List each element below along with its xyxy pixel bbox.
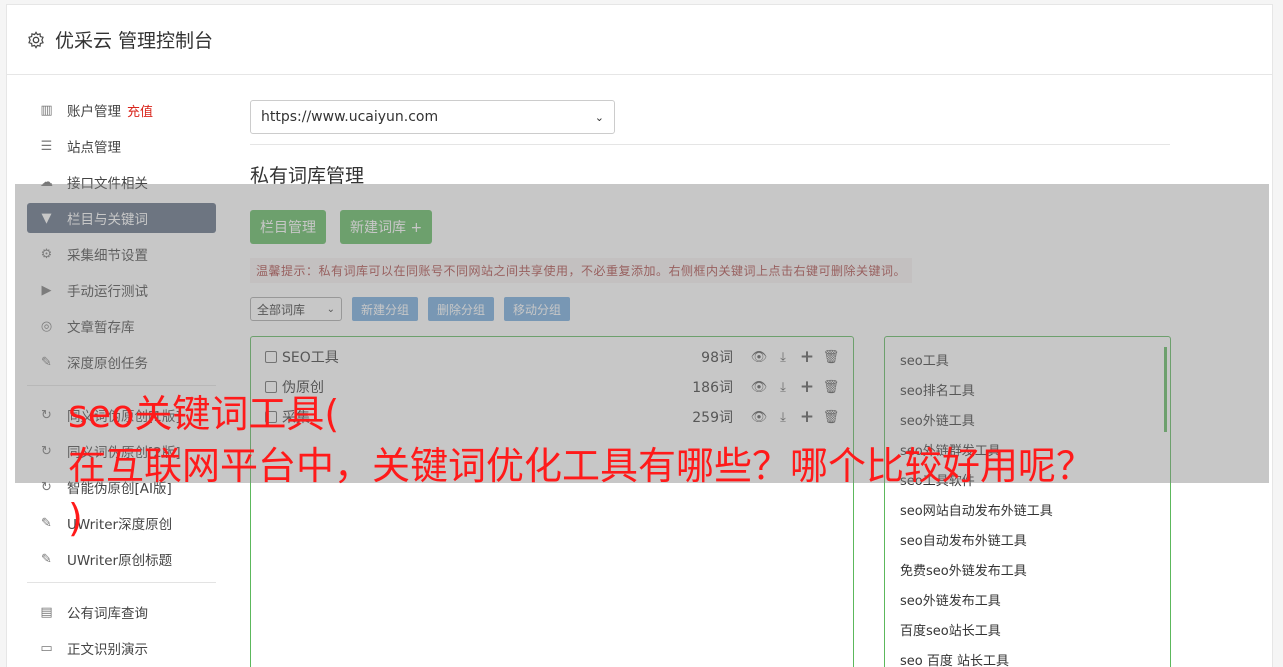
chevron-down-icon: ⌄ [594, 110, 604, 124]
sidebar-item-label: 公有词库查询 [67, 606, 148, 622]
sidebar-divider [27, 582, 216, 583]
headline-line-3: ) [68, 496, 83, 540]
sidebar-item-uwriter-title[interactable]: ✎ UWriter原创标题 [27, 544, 216, 574]
sidebar-item-sites[interactable]: ☰ 站点管理 [27, 131, 216, 161]
divider [250, 144, 1170, 145]
edit-icon: ✎ [41, 515, 52, 531]
sidebar-item-label: 站点管理 [67, 140, 121, 156]
article-headline: seo关键词工具( 在互联网平台中，关键词优化工具有哪些？哪个比较好用呢？ ) [68, 388, 1268, 544]
sidebar-item-label: UWriter原创标题 [67, 553, 173, 569]
keyword-item[interactable]: seo外链发布工具 [885, 587, 1170, 617]
keyword-item[interactable]: seo 百度 站长工具 [885, 647, 1170, 667]
gear-icon [28, 30, 44, 49]
recharge-link[interactable]: 充值 [127, 101, 153, 120]
bar-chart-icon: ▥ [40, 102, 53, 118]
server-icon: ☰ [40, 138, 53, 154]
top-bar: 优采云 管理控制台 [7, 5, 1272, 75]
sidebar-item-public-lexicon[interactable]: ▤ 公有词库查询 [27, 597, 216, 627]
site-select-value: https://www.ucaiyun.com [261, 109, 439, 125]
keyword-item[interactable]: 百度seo站长工具 [885, 617, 1170, 647]
sidebar-item-label: 正文识别演示 [67, 642, 148, 658]
sidebar-item-text-recognition[interactable]: ▭ 正文识别演示 [27, 633, 216, 663]
book-icon: ▤ [40, 604, 53, 620]
keyword-item[interactable]: 免费seo外链发布工具 [885, 557, 1170, 587]
site-select[interactable]: https://www.ucaiyun.com ⌄ [250, 100, 615, 134]
app-title: 优采云 管理控制台 [55, 30, 214, 52]
sidebar-item-label: 账户管理 [67, 104, 121, 120]
sidebar-item-account[interactable]: ▥ 账户管理 充值 [27, 95, 216, 125]
edit-icon: ✎ [41, 551, 52, 567]
monitor-icon: ▭ [40, 640, 53, 656]
headline-line-1: seo关键词工具( [68, 392, 340, 436]
headline-line-2: 在互联网平台中，关键词优化工具有哪些？哪个比较好用呢？ [68, 444, 1095, 488]
